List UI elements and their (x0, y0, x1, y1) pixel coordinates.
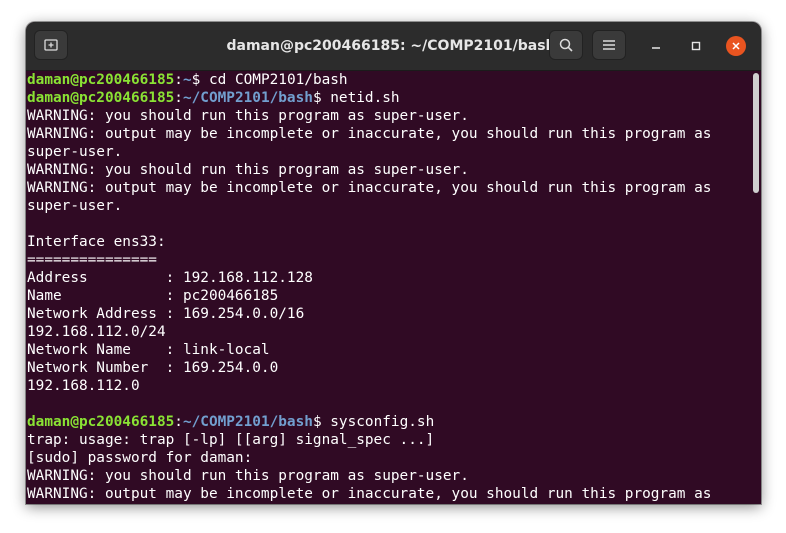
output-line: Network Address : 169.254.0.0/16 (27, 306, 305, 322)
close-icon (732, 42, 740, 50)
prompt-line: daman@pc200466185:~$ cd COMP2101/bash (27, 71, 711, 89)
close-button[interactable] (726, 36, 746, 56)
output-line: Network Name : link-local (27, 342, 270, 358)
maximize-icon (691, 41, 701, 51)
output-line: 192.168.112.0 (27, 378, 140, 394)
prompt-dollar: $ (191, 72, 201, 88)
output-line: WARNING: output may be incomplete or ina… (27, 126, 712, 142)
prompt-line: daman@pc200466185:~/COMP2101/bash$ sysco… (27, 413, 711, 431)
prompt-user: daman@pc200466185 (27, 90, 175, 106)
prompt-path: ~/COMP2101/bash (182, 414, 313, 430)
prompt-path: ~ (182, 72, 192, 88)
output-line: Interface ens33: (27, 234, 166, 250)
output-line: super-user. (27, 198, 123, 214)
output-line: =============== (27, 252, 157, 268)
output-line: WARNING: output may be incomplete or ina… (27, 180, 712, 196)
scrollbar-thumb[interactable] (753, 73, 759, 193)
terminal-area[interactable]: daman@pc200466185:~$ cd COMP2101/bash dam… (26, 71, 761, 504)
hamburger-menu-icon (603, 40, 615, 50)
minimize-icon (652, 47, 660, 49)
output-line: trap: usage: trap [-lp] [[arg] signal_sp… (27, 432, 435, 448)
output-line: WARNING: output may be incomplete or ina… (27, 486, 712, 502)
search-icon (559, 38, 573, 52)
prompt-dollar: $ (312, 90, 322, 106)
prompt-separator: : (174, 90, 183, 106)
output-line: Name : pc200466185 (27, 288, 279, 304)
search-button[interactable] (549, 30, 583, 60)
prompt-user: daman@pc200466185 (27, 72, 175, 88)
title-bar[interactable]: daman@pc200466185: ~/COMP2101/bash (26, 22, 761, 71)
new-tab-icon (44, 39, 58, 51)
window-title: daman@pc200466185: ~/COMP2101/bash (226, 38, 556, 54)
maximize-button[interactable] (686, 36, 706, 56)
terminal-window: daman@pc200466185: ~/COMP2101/bash daman… (26, 22, 761, 504)
output-line: Network Number : 169.254.0.0 (27, 360, 279, 376)
output-line: WARNING: you should run this program as … (27, 468, 469, 484)
output-line: 192.168.112.0/24 (27, 324, 166, 340)
minimize-button[interactable] (646, 36, 666, 56)
prompt-separator: : (174, 414, 183, 430)
output-line: Address : 192.168.112.128 (27, 270, 313, 286)
command-text: sysconfig.sh (321, 414, 435, 430)
prompt-dollar: $ (312, 414, 322, 430)
output-line: WARNING: you should run this program as … (27, 108, 469, 124)
prompt-separator: : (174, 72, 183, 88)
command-text: cd COMP2101/bash (200, 72, 348, 88)
output-line: super-user. (27, 144, 123, 160)
prompt-user: daman@pc200466185 (27, 414, 175, 430)
command-text: netid.sh (321, 90, 400, 106)
output-line: WARNING: you should run this program as … (27, 162, 469, 178)
terminal-output: daman@pc200466185:~$ cd COMP2101/bash dam… (27, 71, 711, 503)
output-line: [sudo] password for daman: (27, 450, 253, 466)
prompt-path: ~/COMP2101/bash (182, 90, 313, 106)
menu-button[interactable] (592, 30, 626, 60)
new-tab-button[interactable] (34, 30, 68, 60)
prompt-line: daman@pc200466185:~/COMP2101/bash$ netid… (27, 89, 711, 107)
